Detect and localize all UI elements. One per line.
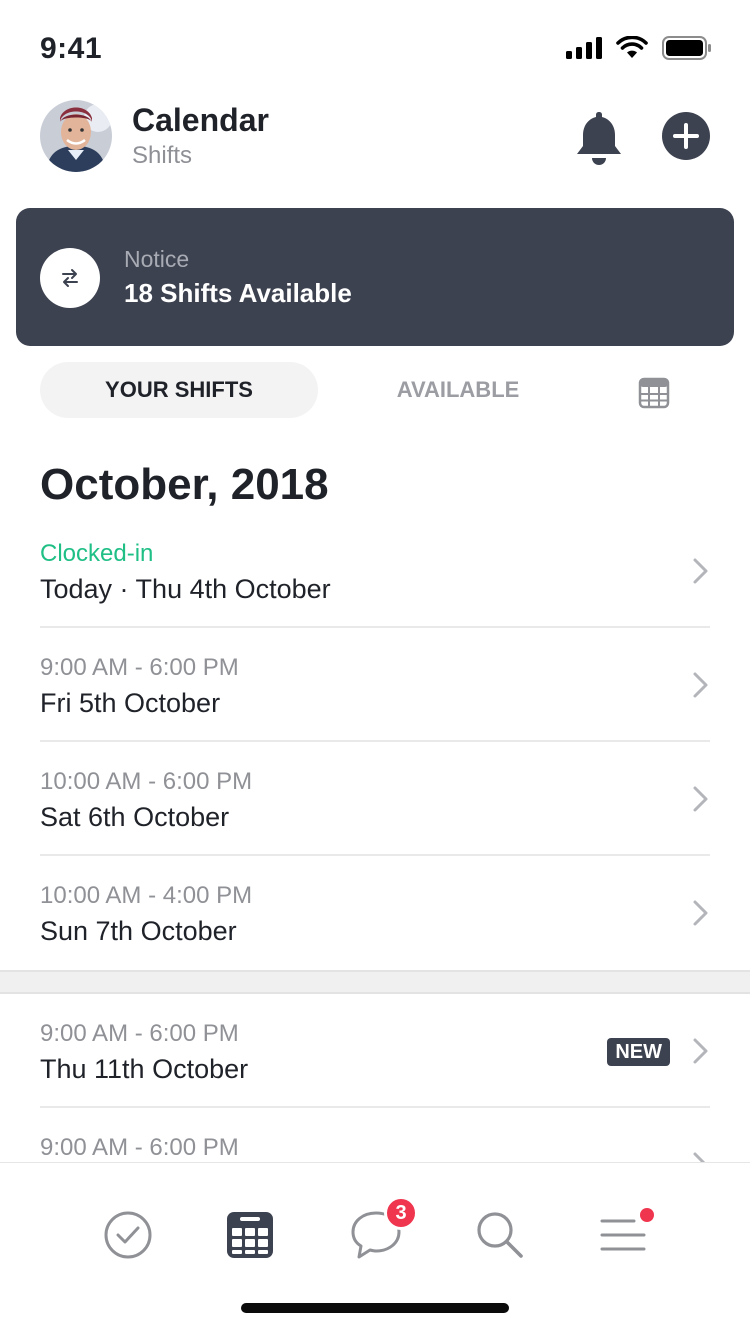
bell-icon — [577, 112, 621, 165]
plus-icon — [673, 123, 699, 149]
signal-icon — [566, 37, 602, 59]
tabbar-item-calendar[interactable] — [222, 1207, 278, 1263]
search-icon — [477, 1212, 523, 1258]
shift-date: Sun 7th October — [40, 916, 237, 946]
notice-banner[interactable]: Notice 18 Shifts Available — [16, 208, 734, 346]
messages-badge: 3 — [384, 1196, 418, 1230]
shift-date: Today · Thu 4th October — [40, 574, 331, 604]
shift-status: Clocked-in — [40, 540, 154, 567]
new-badge: NEW — [607, 1038, 670, 1066]
home-indicator — [241, 1303, 509, 1313]
shift-time: 10:00 AM - 4:00 PM — [40, 882, 253, 909]
shift-row[interactable]: 10:00 AM - 4:00 PM Sun 7th October — [40, 856, 710, 970]
calendar-grid-icon — [638, 377, 670, 409]
notice-icon-circle — [40, 248, 100, 308]
page-subtitle: Shifts — [132, 142, 193, 169]
avatar-photo — [40, 100, 112, 172]
month-title: October, 2018 — [40, 460, 329, 509]
week-divider — [0, 970, 750, 994]
chevron-right-icon — [693, 786, 708, 812]
notice-text: 18 Shifts Available — [124, 278, 352, 308]
status-bar: 9:41 — [0, 0, 750, 88]
chevron-right-icon — [693, 900, 708, 926]
shift-time: 9:00 AM - 6:00 PM — [40, 1020, 239, 1047]
page-title: Calendar — [132, 102, 269, 138]
shift-date: Sat 6th October — [40, 802, 230, 832]
notice-label: Notice — [124, 246, 190, 272]
shift-row[interactable]: 10:00 AM - 6:00 PM Sat 6th October — [40, 742, 710, 856]
swap-arrows-icon — [62, 269, 78, 287]
avatar[interactable] — [40, 100, 112, 172]
battery-icon — [662, 36, 711, 60]
status-icons — [566, 36, 712, 60]
tabbar-item-tasks[interactable] — [100, 1207, 156, 1263]
shift-row[interactable]: Clocked-in Today · Thu 4th October — [40, 514, 710, 628]
calendar-icon — [227, 1212, 273, 1258]
check-circle-icon — [104, 1211, 152, 1259]
status-time: 9:41 — [40, 32, 103, 65]
shift-row[interactable]: 9:00 AM - 6:00 PM Thu 11th October NEW — [40, 994, 710, 1108]
add-button[interactable] — [662, 112, 710, 160]
shift-time: 9:00 AM - 6:00 PM — [40, 1134, 239, 1161]
header: Calendar Shifts — [0, 96, 750, 180]
tab-your-shifts[interactable]: YOUR SHIFTS — [40, 362, 318, 418]
shift-tabs: YOUR SHIFTS AVAILABLE — [40, 362, 710, 418]
shift-time: 9:00 AM - 6:00 PM — [40, 654, 239, 681]
chevron-right-icon — [693, 672, 708, 698]
shift-date: Fri 5th October — [40, 688, 221, 718]
shift-row[interactable]: 9:00 AM - 6:00 PM Fri 5th October — [40, 628, 710, 742]
shift-time: 10:00 AM - 6:00 PM — [40, 768, 253, 795]
tab-available[interactable]: AVAILABLE — [358, 362, 558, 418]
tabbar-item-search[interactable] — [472, 1207, 528, 1263]
wifi-icon — [616, 36, 648, 58]
tab-calendar-view[interactable] — [632, 374, 676, 409]
menu-notification-dot — [640, 1208, 654, 1222]
notifications-button[interactable] — [572, 108, 626, 166]
chevron-right-icon — [693, 558, 708, 584]
shift-date: Thu 11th October — [40, 1054, 249, 1084]
chevron-right-icon — [693, 1038, 708, 1064]
